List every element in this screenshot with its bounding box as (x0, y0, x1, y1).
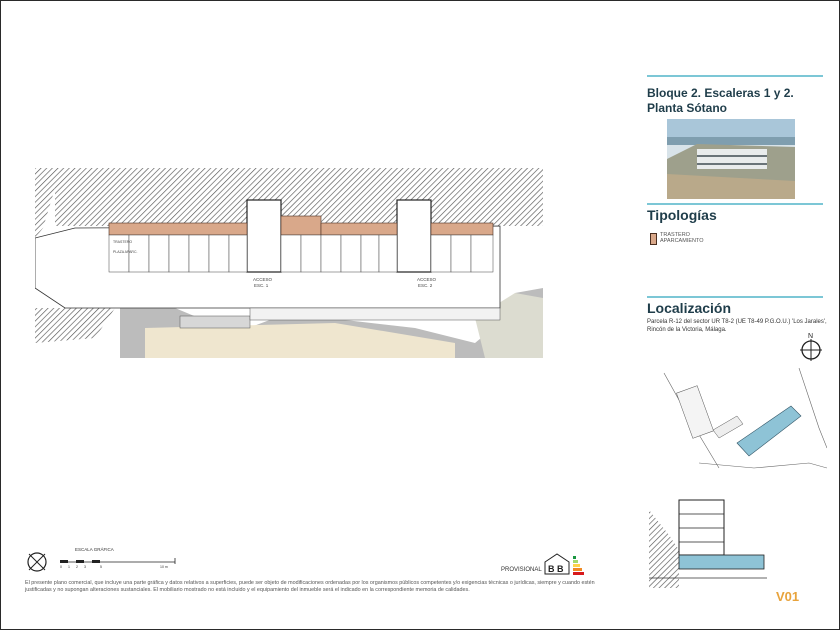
north-arrow-icon (27, 552, 47, 572)
legend-swatch-storage (650, 233, 657, 245)
scale-tick: 3 (84, 565, 86, 569)
building-photo (667, 119, 795, 199)
walkway (249, 307, 501, 321)
storage-row-3 (430, 222, 494, 236)
page-title: Bloque 2. Escaleras 1 y 2. Planta Sótano (647, 86, 794, 115)
disclaimer: El presente plano comercial, que incluye… (25, 580, 595, 594)
ramp (179, 315, 251, 329)
access-2-label: ACCESO (417, 277, 437, 282)
scale-bar: 0 1 2 3 5 10 m (60, 558, 176, 569)
access-1-stair: ESC. 1 (254, 283, 269, 288)
legend-label-parking: APARCAMIENTO (660, 238, 704, 244)
storage-row-2 (320, 222, 398, 236)
storage-row-1 (108, 222, 248, 236)
localizacion-heading: Localización (647, 300, 732, 316)
access-2-stair: ESC. 2 (418, 283, 433, 288)
building-section (649, 499, 767, 588)
rule-localizacion (647, 296, 823, 298)
scale-tick: 2 (76, 565, 78, 569)
parking-stalls (108, 234, 494, 273)
tipologias-heading: Tipologías (647, 207, 717, 223)
storage-block-mid (280, 215, 322, 236)
earth-hatch-bottom-left (35, 308, 115, 343)
scale-tick: 1 (68, 565, 70, 569)
trastero-label: TRASTERO (113, 240, 132, 244)
compass-icon: N (800, 333, 822, 361)
earth-hatch-left (35, 168, 55, 238)
site-plan (663, 368, 827, 469)
floor-plan: ACCESO ESC. 1 ACCESO ESC. 2 PLAZA APARC.… (35, 168, 543, 358)
rule-tipologias (647, 203, 823, 205)
provisional-label: PROVISIONAL (501, 567, 542, 573)
scale-tick: 5 (100, 565, 102, 569)
stair-core-1 (246, 199, 282, 273)
energy-label-icon: B B (543, 552, 587, 576)
svg-text:N: N (808, 333, 813, 340)
version-label: V01 (776, 589, 800, 604)
scale-tick: 0 (60, 565, 62, 569)
stair-core-2 (396, 199, 432, 273)
energy-letters: B B (548, 564, 564, 574)
rule-top (647, 75, 823, 77)
scale-tick: 10 m (160, 565, 168, 569)
legend-labels: TRASTERO APARCAMIENTO (660, 232, 730, 244)
access-1-label: ACCESO (253, 277, 273, 282)
plaza-label: PLAZA APARC. (113, 250, 137, 254)
